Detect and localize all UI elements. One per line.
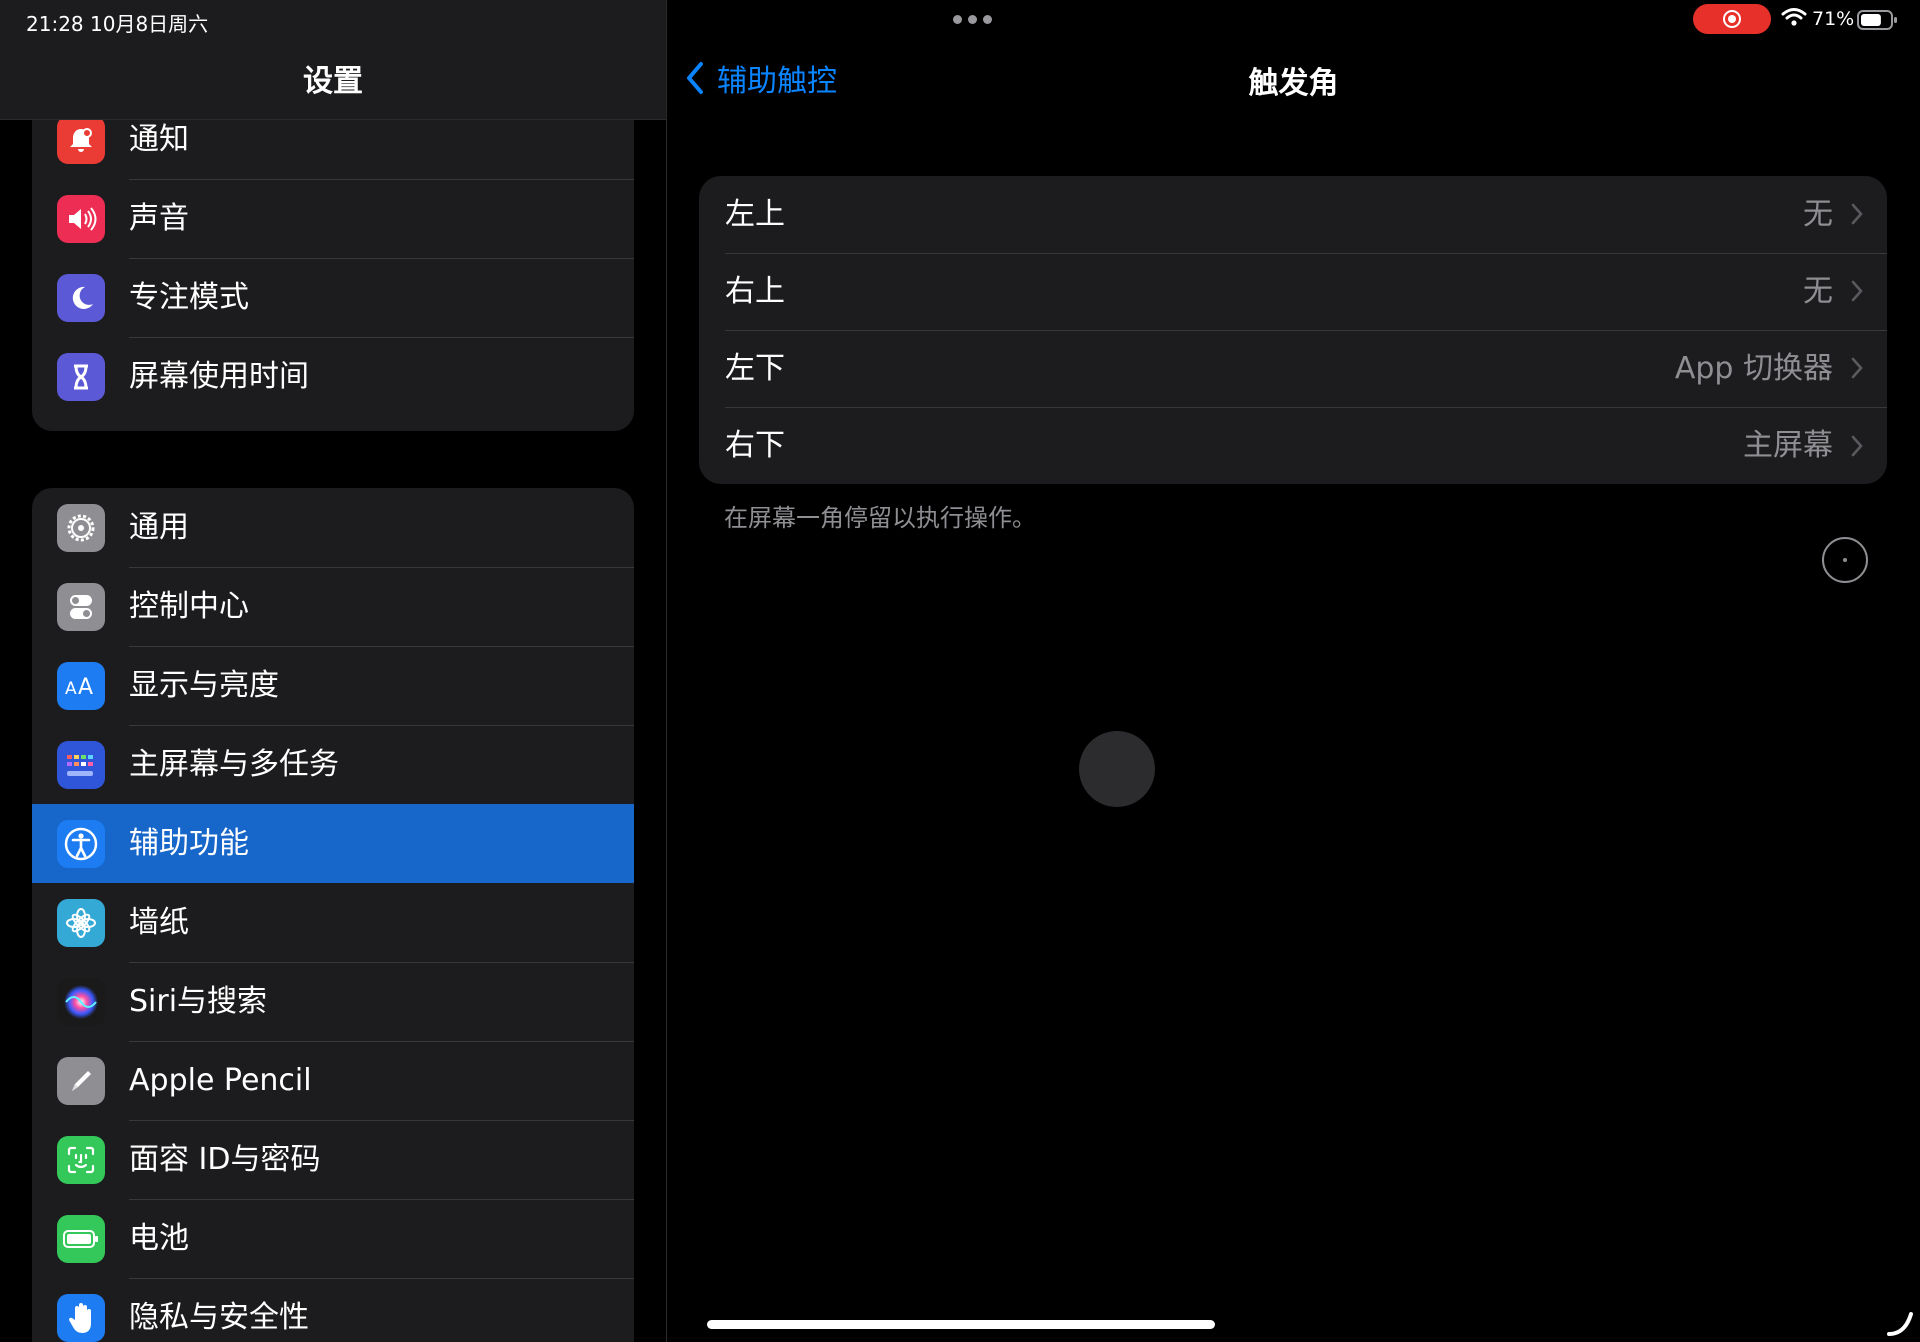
status-battery-icon: [1857, 10, 1897, 30]
sidebar-item-label: 辅助功能: [129, 825, 249, 861]
corner-label: 左下: [725, 350, 785, 386]
sidebar-item-sounds[interactable]: 声音: [32, 179, 634, 259]
accessibility-icon: [57, 819, 105, 868]
sidebar-item-display-brightness[interactable]: AA 显示与亮度: [32, 646, 634, 726]
assistive-touch-button[interactable]: [1079, 731, 1155, 807]
dwell-target-icon: [1822, 537, 1868, 583]
sidebar-item-apple-pencil[interactable]: Apple Pencil: [32, 1041, 634, 1121]
pencil-icon: [57, 1056, 105, 1105]
chevron-right-icon: [1851, 253, 1863, 330]
sidebar-title: 设置: [303, 64, 363, 99]
sidebar-item-accessibility[interactable]: 辅助功能: [32, 804, 634, 883]
sidebar-item-face-id[interactable]: 面容 ID与密码: [32, 1120, 634, 1200]
settings-sidebar: 21:28 10月8日周六 设置 通知 声音 专注模式 屏幕使用时间 通用 控制…: [0, 0, 667, 1342]
text-size-icon: AA: [57, 661, 105, 710]
sidebar-item-label: Apple Pencil: [129, 1041, 634, 1121]
corner-row-bottom-left[interactable]: 左下 App 切换器: [699, 330, 1887, 408]
flower-icon: [57, 898, 105, 947]
sidebar-item-control-center[interactable]: 控制中心: [32, 567, 634, 647]
sidebar-item-label: 专注模式: [129, 258, 634, 338]
svg-text:A: A: [65, 679, 77, 699]
home-grid-icon: [57, 740, 105, 789]
chevron-right-icon: [1851, 330, 1863, 407]
corner-label: 右下: [725, 428, 785, 463]
multitasking-dots-icon[interactable]: [942, 12, 1002, 26]
corner-row-bottom-right[interactable]: 右下 主屏幕: [699, 407, 1887, 484]
screen-recording-indicator[interactable]: [1693, 4, 1771, 34]
sidebar-item-screen-time[interactable]: 屏幕使用时间: [32, 337, 634, 416]
hand-icon: [57, 1293, 105, 1342]
corner-value: 无: [1803, 273, 1833, 309]
corner-label: 左上: [725, 196, 785, 232]
chevron-right-icon: [1851, 176, 1863, 253]
sidebar-item-label: 主屏幕与多任务: [129, 725, 634, 805]
sidebar-item-privacy-security[interactable]: 隐私与安全性: [32, 1278, 634, 1342]
detail-pane: 71% 辅助触控 触发角 左上 无 右上 无 左下 App 切换器 右下 主屏幕…: [667, 0, 1920, 1342]
battery-icon: [57, 1214, 105, 1263]
corner-row-top-right[interactable]: 右上 无: [699, 253, 1887, 331]
sidebar-item-label: 墙纸: [129, 883, 634, 963]
home-indicator[interactable]: [707, 1320, 1215, 1329]
corner-value: App 切换器: [1674, 350, 1833, 386]
battery-percent: 71%: [1812, 8, 1855, 30]
hot-corners-list: 左上 无 右上 无 左下 App 切换器 右下 主屏幕: [699, 176, 1887, 484]
chevron-right-icon: [1851, 407, 1863, 484]
sidebar-item-label: 面容 ID与密码: [129, 1120, 634, 1200]
status-time-date: 21:28 10月8日周六: [26, 12, 209, 36]
sidebar-item-label: 控制中心: [129, 567, 634, 647]
toggles-icon: [57, 582, 105, 631]
corner-handle-icon: [1887, 1312, 1913, 1336]
svg-text:A: A: [78, 675, 93, 700]
corner-label: 右上: [725, 273, 785, 309]
record-icon: [1723, 10, 1741, 28]
siri-icon: [57, 977, 105, 1026]
sidebar-item-battery[interactable]: 电池: [32, 1199, 634, 1279]
face-id-icon: [57, 1135, 105, 1184]
speaker-icon: [57, 194, 105, 243]
wifi-icon: [1781, 8, 1807, 26]
settings-group-2: 通用 控制中心 AA 显示与亮度 主屏幕与多任务 辅助功能 墙纸 Siri与搜索…: [32, 488, 634, 1342]
sidebar-item-siri-search[interactable]: Siri与搜索: [32, 962, 634, 1042]
corner-row-top-left[interactable]: 左上 无: [699, 176, 1887, 254]
sidebar-item-home-multitasking[interactable]: 主屏幕与多任务: [32, 725, 634, 805]
settings-group-1: 通知 声音 专注模式 屏幕使用时间: [32, 100, 634, 431]
sidebar-item-label: 屏幕使用时间: [129, 359, 309, 394]
sidebar-item-label: 显示与亮度: [129, 646, 634, 726]
hot-corners-footnote: 在屏幕一角停留以执行操作。: [724, 504, 1036, 532]
sidebar-item-label: 电池: [129, 1199, 634, 1279]
gear-icon: [57, 503, 105, 552]
moon-icon: [57, 273, 105, 322]
notification-bell-icon: [57, 115, 105, 164]
sidebar-item-label: 隐私与安全性: [129, 1300, 309, 1335]
corner-value: 主屏幕: [1743, 428, 1833, 463]
sidebar-item-label: Siri与搜索: [129, 962, 634, 1042]
page-title: 触发角: [1248, 66, 1339, 101]
sidebar-item-focus[interactable]: 专注模式: [32, 258, 634, 338]
hourglass-icon: [57, 352, 105, 401]
sidebar-item-general[interactable]: 通用: [32, 488, 634, 568]
sidebar-header: 21:28 10月8日周六 设置: [0, 0, 666, 120]
corner-value: 无: [1803, 196, 1833, 232]
sidebar-item-wallpaper[interactable]: 墙纸: [32, 883, 634, 963]
sidebar-item-label: 通用: [129, 488, 634, 568]
sidebar-item-label: 声音: [129, 179, 634, 259]
